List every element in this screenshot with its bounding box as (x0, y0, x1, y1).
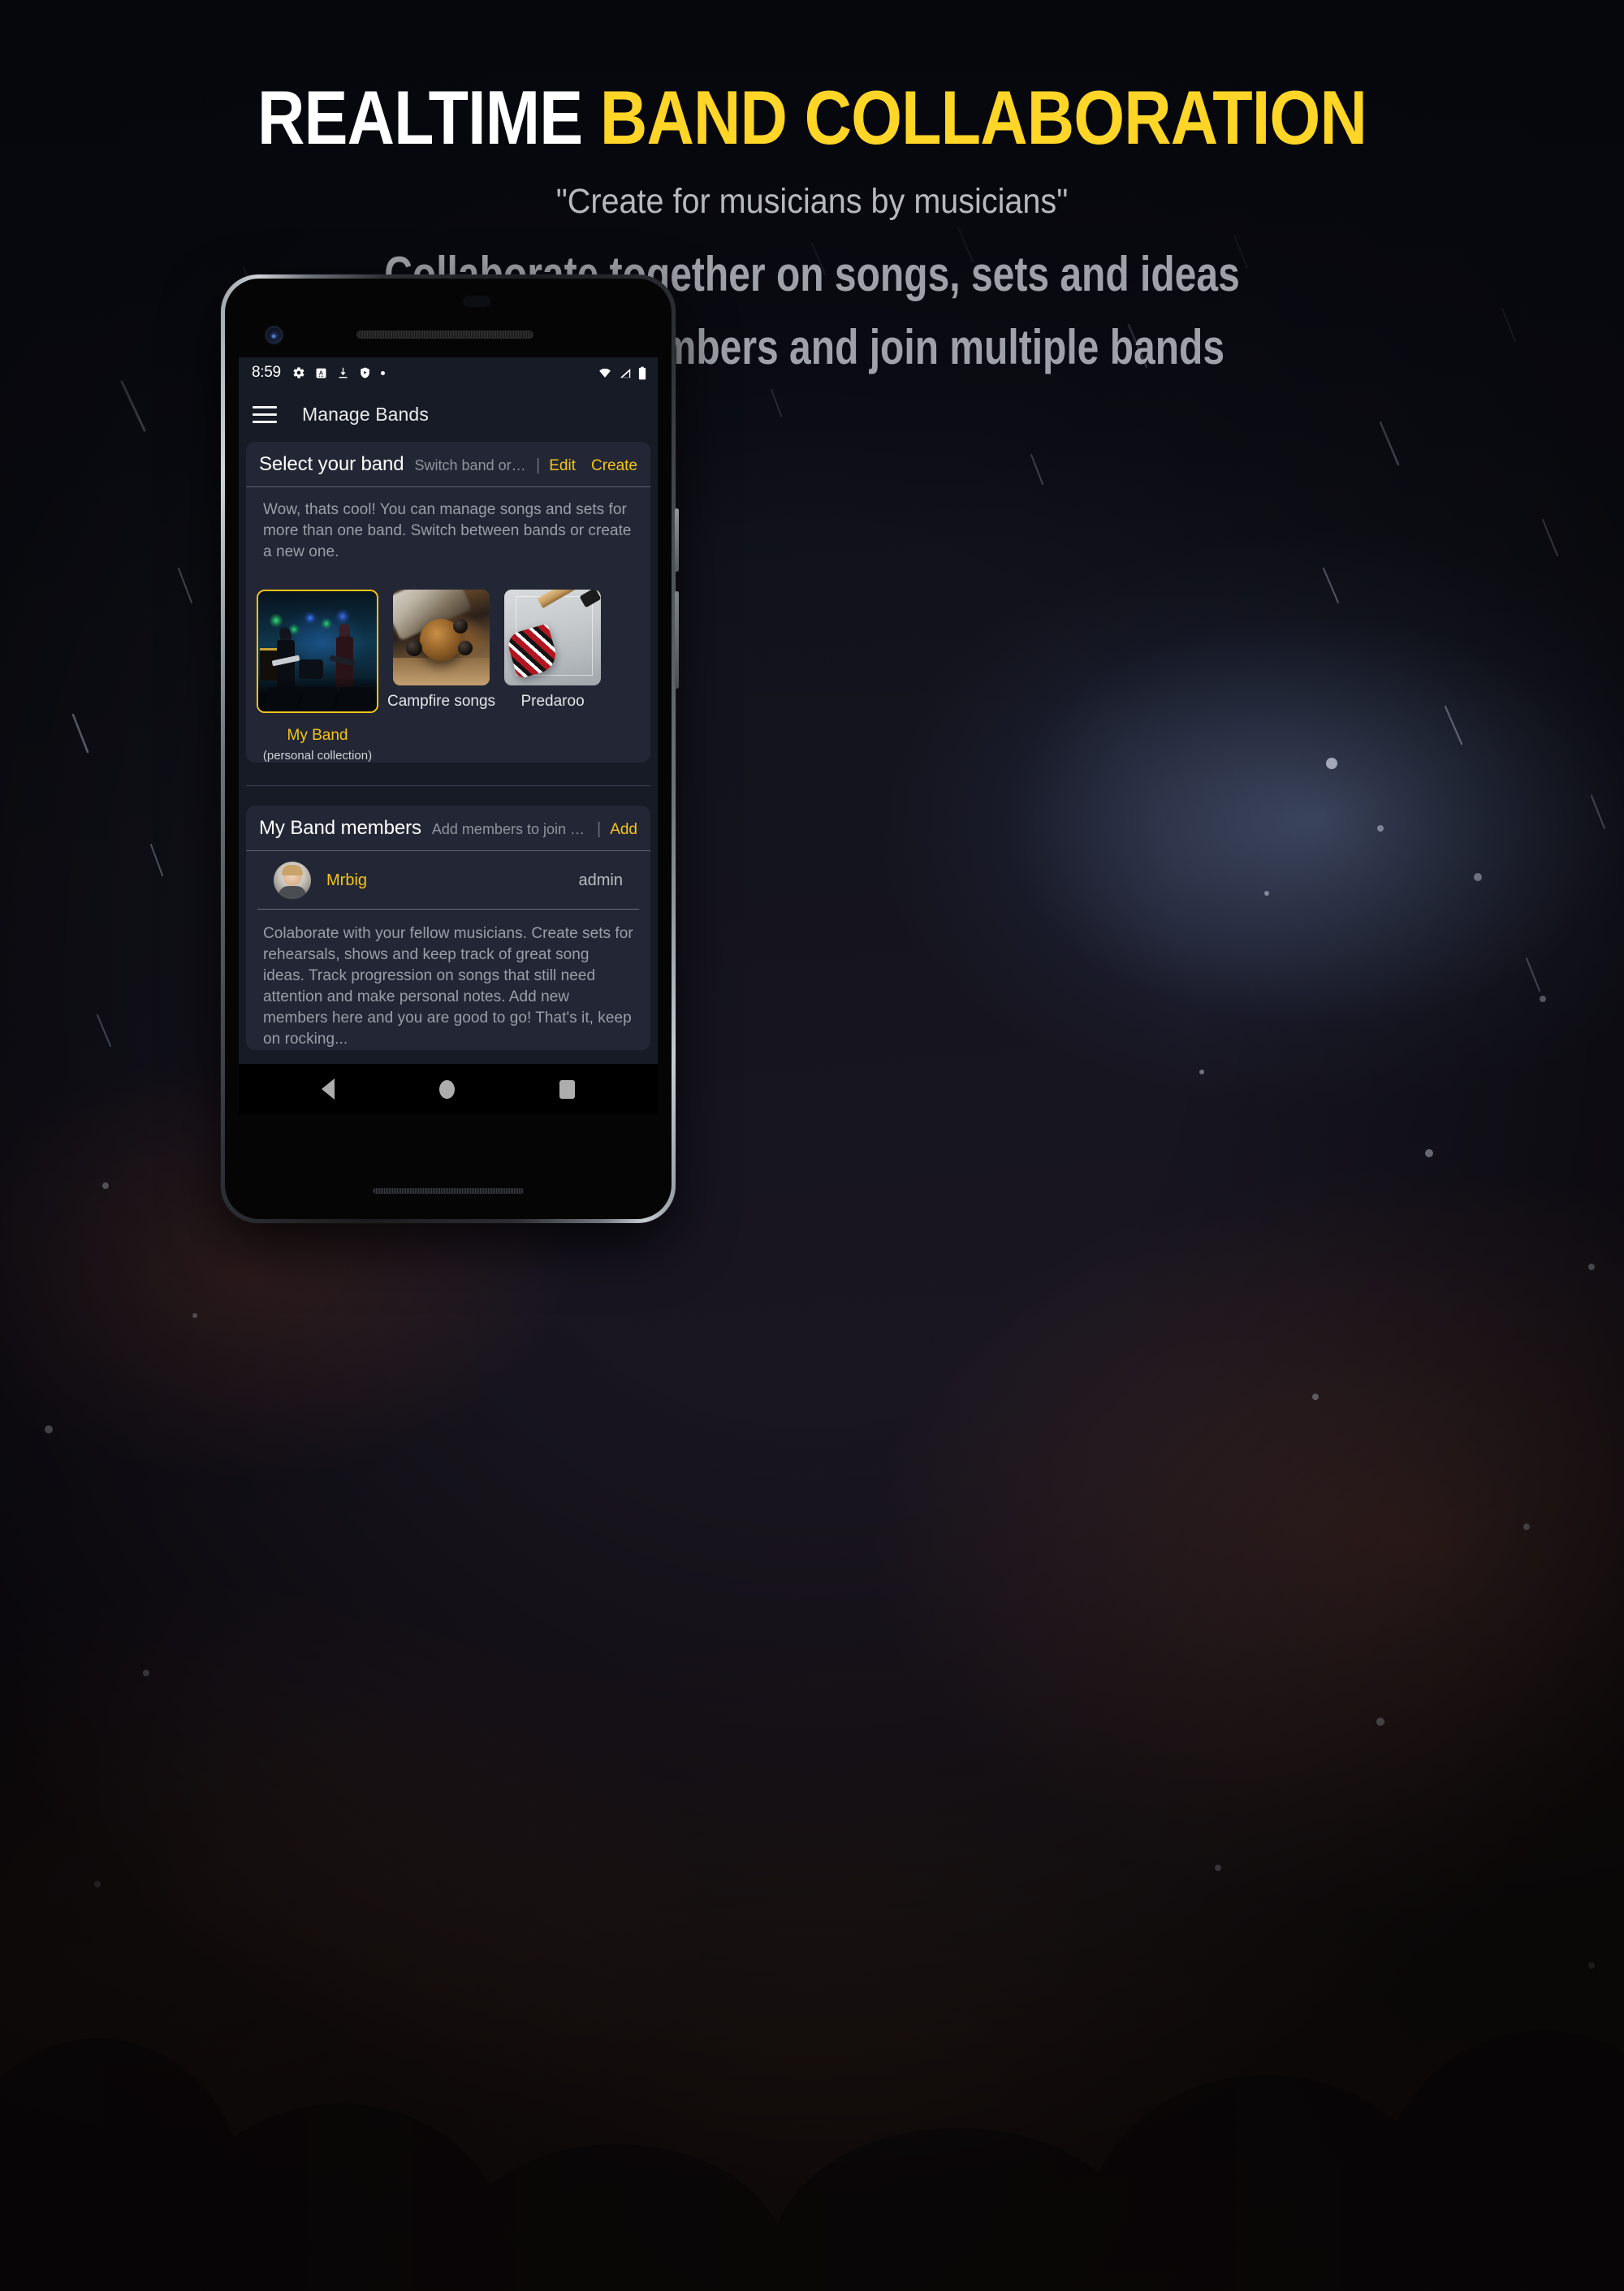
section-divider (246, 785, 650, 787)
earpiece-speaker (356, 331, 533, 339)
divider: | (536, 456, 541, 474)
status-bar: 8:59 A (239, 357, 658, 388)
download-icon (339, 367, 348, 378)
select-band-title: Select your band (259, 453, 404, 475)
striped-electric-guitar-photo (504, 590, 602, 686)
band-members-title: My Band members (259, 817, 421, 840)
hamburger-menu-icon[interactable] (253, 405, 277, 423)
app-content: Select your band Switch band or create a… (239, 440, 658, 1064)
app-bar: Manage Bands (239, 388, 658, 440)
edit-band-button[interactable]: Edit (549, 457, 576, 475)
home-icon[interactable] (438, 1079, 455, 1099)
band-thumbnail (393, 590, 490, 686)
page-title: Manage Bands (302, 403, 429, 425)
phone-screen: 8:59 A Manage Bands Select your band Swi… (239, 357, 658, 1114)
band-members-description: Colaborate with your fellow musicians. C… (263, 925, 633, 1048)
phone-mockup: 8:59 A Manage Bands Select your band Swi… (221, 274, 679, 1223)
band-name: Campfire songs (387, 693, 496, 711)
violin-scroll-photo (393, 590, 490, 686)
volume-button[interactable] (675, 591, 679, 689)
recents-icon[interactable] (559, 1079, 575, 1099)
promo-title-yellow: BAND COLLABORATION (599, 75, 1367, 160)
band-members-card: My Band members Add members to join your… (246, 806, 650, 1051)
select-band-hint: Switch band or create a… (414, 457, 528, 473)
dot-icon (380, 370, 385, 375)
app-window: 8:59 A Manage Bands Select your band Swi… (239, 357, 658, 1114)
promo-screenshot: REALTIME BAND COLLABORATION "Create for … (0, 0, 1624, 2291)
select-band-body: Wow, thats cool! You can manage songs an… (246, 487, 650, 576)
add-member-button[interactable]: Add (610, 821, 637, 839)
proximity-sensor (463, 296, 490, 307)
band-members-body: Colaborate with your fellow musicians. C… (246, 910, 650, 1050)
select-band-description: Wow, thats cool! You can manage songs an… (263, 501, 632, 561)
promo-title-white: REALTIME (257, 75, 583, 160)
status-bar-system-icons (598, 366, 646, 380)
select-band-card: Select your band Switch band or create a… (246, 442, 650, 763)
band-tile-my-band[interactable]: My Band (personal collection) (257, 590, 378, 763)
band-tile-predaroo[interactable]: Predaroo (504, 590, 602, 711)
band-name: Predaroo (520, 693, 585, 711)
gear-icon (293, 367, 304, 378)
android-navigation-bar (239, 1064, 658, 1114)
band-thumbnail (504, 590, 602, 686)
battery-icon (638, 366, 646, 379)
band-members-hint: Add members to join your band (431, 821, 588, 838)
android-auto-icon: A (316, 368, 326, 378)
status-bar-clock: 8:59 (252, 364, 281, 381)
wifi-icon (599, 368, 611, 378)
power-button[interactable] (675, 508, 679, 572)
member-role: admin (578, 871, 623, 889)
create-band-button[interactable]: Create (591, 457, 637, 475)
member-list-item[interactable]: Mrbig admin (257, 851, 639, 910)
band-members-header: My Band members Add members to join your… (246, 806, 650, 852)
avatar (274, 862, 311, 900)
band-thumbnail (257, 590, 378, 714)
front-camera-icon (266, 326, 283, 344)
live-band-stage-photo (258, 591, 377, 712)
band-subtitle: (personal collection) (262, 749, 373, 763)
band-tile-campfire-songs[interactable]: Campfire songs (387, 590, 495, 711)
member-name: Mrbig (326, 871, 368, 889)
svg-text:A: A (319, 369, 324, 376)
play-protect-shield-icon (360, 367, 369, 378)
status-bar-notification-icons: A (292, 366, 598, 379)
band-name: My Band (287, 727, 348, 745)
divider: | (596, 820, 602, 839)
select-band-header: Select your band Switch band or create a… (246, 442, 650, 487)
cellular-signal-icon (620, 368, 631, 378)
promo-tagline: "Create for musicians by musicians" (555, 182, 1069, 221)
bottom-speaker-grille (373, 1188, 524, 1194)
band-tile-list: My Band (personal collection) Campfire s… (246, 576, 650, 763)
promo-title: REALTIME BAND COLLABORATION (114, 80, 1510, 156)
back-icon[interactable] (322, 1078, 335, 1100)
